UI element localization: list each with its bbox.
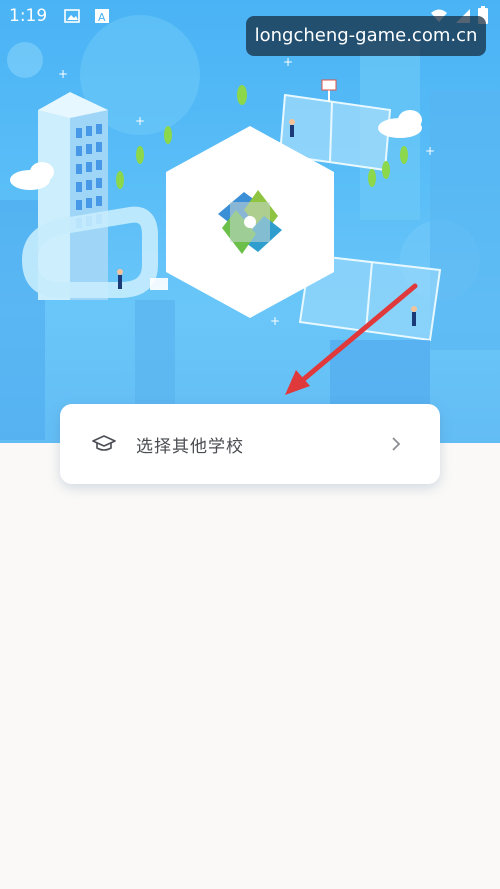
chevron-right-icon (390, 434, 402, 458)
select-other-school-label: 选择其他学校 (136, 437, 244, 457)
watermark: longcheng-game.com.cn (246, 16, 486, 56)
graduation-cap-icon (92, 434, 116, 458)
status-time: 1:19 (9, 6, 48, 26)
svg-text:+: + (58, 67, 68, 81)
svg-text:+: + (135, 114, 145, 128)
svg-text:+: + (425, 144, 435, 158)
svg-text:A: A (98, 11, 106, 24)
svg-text:+: + (283, 55, 293, 69)
app-logo (166, 126, 334, 318)
select-other-school-button[interactable]: 选择其他学校 (60, 404, 440, 484)
text-notification-icon: A (95, 8, 109, 28)
image-notification-icon (64, 8, 80, 28)
hero-illustration: + + + + + (0, 0, 500, 443)
